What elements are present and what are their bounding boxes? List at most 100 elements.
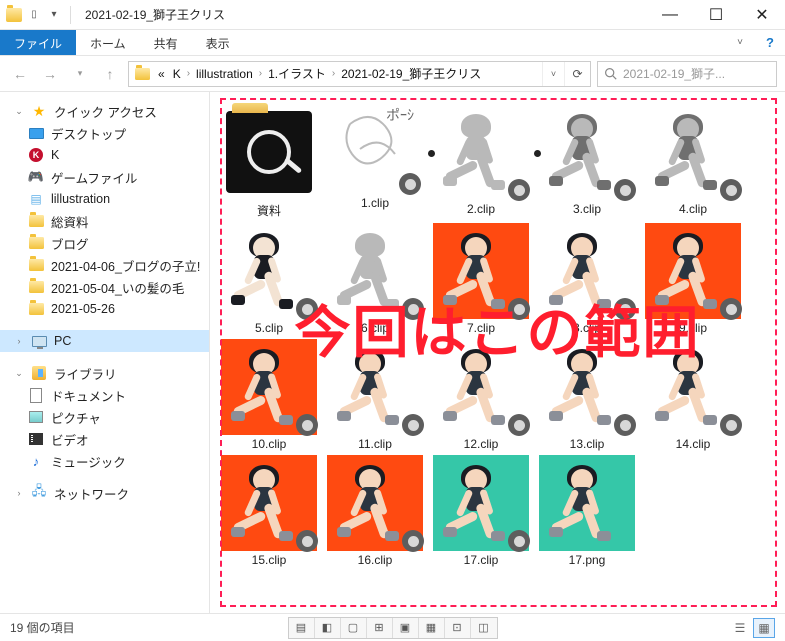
- tool-button[interactable]: ▤: [289, 618, 315, 638]
- caret-icon: ⌄: [14, 106, 24, 117]
- sidebar-item-label: ドキュメント: [51, 386, 126, 405]
- close-button[interactable]: ✕: [739, 0, 785, 30]
- clip-badge-icon: [614, 179, 636, 201]
- file-item[interactable]: 16.clip: [322, 455, 428, 567]
- help-button[interactable]: ?: [755, 30, 785, 55]
- sidebar-item-label: 2021-04-06_ブログの子立!: [51, 256, 200, 275]
- network-icon: 🖧: [31, 485, 47, 501]
- address-dropdown[interactable]: ˅: [542, 62, 564, 86]
- file-item[interactable]: 3.clip: [534, 104, 640, 219]
- file-item[interactable]: 17.clip: [428, 455, 534, 567]
- sidebar-libraries[interactable]: ⌄ ライブラリ: [0, 362, 209, 384]
- chevron-right-icon[interactable]: ›: [185, 68, 192, 79]
- nav-recent[interactable]: ▾: [68, 62, 92, 86]
- tool-button[interactable]: ⊡: [445, 618, 471, 638]
- tab-view[interactable]: 表示: [192, 30, 244, 55]
- sidebar-item[interactable]: 総資料: [0, 210, 209, 232]
- tool-button[interactable]: ⊞: [367, 618, 393, 638]
- folder-icon: [29, 259, 44, 271]
- clip-badge-icon: [720, 298, 742, 320]
- file-thumb: [433, 339, 529, 435]
- view-details-button[interactable]: ☰: [729, 618, 751, 638]
- minimize-button[interactable]: —: [647, 0, 693, 30]
- sidebar-item[interactable]: ▤lillustration: [0, 188, 209, 210]
- sidebar-item-label: ビデオ: [51, 430, 89, 449]
- sidebar-network[interactable]: › 🖧 ネットワーク: [0, 482, 209, 504]
- chevron-right-icon[interactable]: ›: [330, 68, 337, 79]
- clip-badge-icon: [720, 414, 742, 436]
- breadcrumb-part[interactable]: 2021-02-19_獅子王クリス: [337, 65, 485, 82]
- file-thumb: [327, 223, 423, 319]
- sidebar-item[interactable]: 2021-04-06_ブログの子立!: [0, 254, 209, 276]
- address-bar[interactable]: « K› lillustration› 1.イラスト› 2021-02-19_獅…: [128, 61, 591, 87]
- nav-forward[interactable]: →: [38, 62, 62, 86]
- file-thumb: [433, 223, 529, 319]
- breadcrumb-part[interactable]: lillustration: [192, 67, 257, 81]
- toolstrip: ▤ ◧ ▢ ⊞ ▣ ▦ ⊡ ◫: [288, 617, 498, 639]
- tab-file[interactable]: ファイル: [0, 30, 76, 55]
- file-item[interactable]: 7.clip: [428, 223, 534, 335]
- file-item[interactable]: 資料: [216, 104, 322, 219]
- search-placeholder: 2021-02-19_獅子...: [623, 65, 725, 82]
- breadcrumb-part[interactable]: 1.イラスト: [264, 65, 330, 82]
- file-item[interactable]: 17.png: [534, 455, 640, 567]
- star-icon: ★: [31, 103, 47, 119]
- file-item[interactable]: 9.clip: [640, 223, 746, 335]
- sidebar-item[interactable]: 🎮ゲームファイル: [0, 166, 209, 188]
- sidebar-item[interactable]: 2021-05-26: [0, 298, 209, 320]
- music-icon: ♪: [33, 454, 40, 469]
- content-pane[interactable]: 資料ポｰｼ1.clip2.clip3.clip4.clip 5.clip6.cli…: [210, 92, 785, 613]
- file-item[interactable]: 15.clip: [216, 455, 322, 567]
- maximize-button[interactable]: ☐: [693, 0, 739, 30]
- qat-dropdown[interactable]: ▾: [46, 7, 62, 23]
- file-thumb: [539, 455, 635, 551]
- gamepad-icon: 🎮: [28, 169, 44, 185]
- file-name: 17.clip: [464, 553, 499, 567]
- breadcrumb-part[interactable]: K: [169, 67, 185, 81]
- ribbon-collapse[interactable]: ˅: [725, 30, 755, 55]
- file-item[interactable]: 2.clip: [428, 104, 534, 219]
- sidebar-item[interactable]: 2021-05-04_いの髪の毛: [0, 276, 209, 298]
- file-thumb: [645, 223, 741, 319]
- sidebar-item-label: 総資料: [51, 212, 89, 231]
- nav-up[interactable]: ↑: [98, 62, 122, 86]
- tool-button[interactable]: ▦: [419, 618, 445, 638]
- sidebar-item-label: ブログ: [51, 234, 89, 253]
- sidebar-item[interactable]: ドキュメント: [0, 384, 209, 406]
- file-item[interactable]: 8.clip: [534, 223, 640, 335]
- tab-share[interactable]: 共有: [140, 30, 192, 55]
- refresh-button[interactable]: ⟳: [564, 62, 590, 86]
- nav-back[interactable]: ←: [8, 62, 32, 86]
- sidebar-item[interactable]: ビデオ: [0, 428, 209, 450]
- tool-button[interactable]: ▢: [341, 618, 367, 638]
- file-item[interactable]: 5.clip: [216, 223, 322, 335]
- clip-badge-icon: [508, 298, 530, 320]
- file-name: 8.clip: [573, 321, 601, 335]
- qat-button[interactable]: ▯: [26, 7, 42, 23]
- file-thumb: [221, 339, 317, 435]
- chevron-right-icon[interactable]: ›: [257, 68, 264, 79]
- view-thumbnails-button[interactable]: ▦: [753, 618, 775, 638]
- sidebar-item[interactable]: KK: [0, 144, 209, 166]
- sidebar-item[interactable]: ♪ミュージック: [0, 450, 209, 472]
- sidebar-pc[interactable]: › PC: [0, 330, 209, 352]
- tool-button[interactable]: ◫: [471, 618, 497, 638]
- sidebar-item[interactable]: ブログ: [0, 232, 209, 254]
- file-item[interactable]: 12.clip: [428, 339, 534, 451]
- tool-button[interactable]: ◧: [315, 618, 341, 638]
- file-item[interactable]: 14.clip: [640, 339, 746, 451]
- file-name: 11.clip: [358, 437, 392, 451]
- sidebar-quick-access[interactable]: ⌄ ★ クイック アクセス: [0, 100, 209, 122]
- sidebar-item[interactable]: デスクトップ: [0, 122, 209, 144]
- file-item[interactable]: 11.clip: [322, 339, 428, 451]
- file-item[interactable]: 6.clip: [322, 223, 428, 335]
- search-input[interactable]: 2021-02-19_獅子...: [597, 61, 777, 87]
- file-item[interactable]: ポｰｼ1.clip: [322, 104, 428, 219]
- file-item[interactable]: 10.clip: [216, 339, 322, 451]
- file-item[interactable]: 13.clip: [534, 339, 640, 451]
- breadcrumb-prefix[interactable]: «: [154, 67, 169, 81]
- tab-home[interactable]: ホーム: [76, 30, 140, 55]
- file-item[interactable]: 4.clip: [640, 104, 746, 219]
- tool-button[interactable]: ▣: [393, 618, 419, 638]
- sidebar-item[interactable]: ピクチャ: [0, 406, 209, 428]
